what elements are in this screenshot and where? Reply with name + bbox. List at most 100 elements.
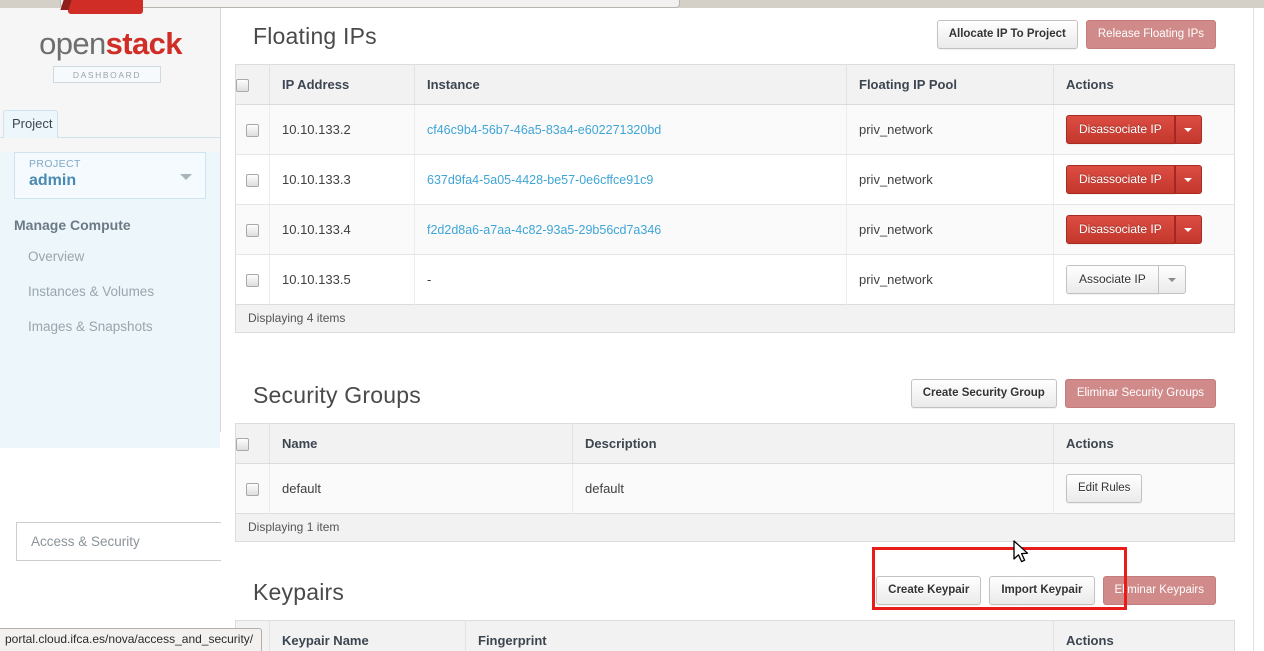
- floating-ips-header: Floating IPs Allocate IP To Project Rele…: [235, 8, 1235, 64]
- row-actions-dropdown-toggle[interactable]: [1159, 265, 1186, 294]
- browser-status-bar: portal.cloud.ifca.es/nova/access_and_sec…: [0, 628, 262, 651]
- row-select-cell: [236, 105, 270, 155]
- cell-actions: Disassociate IP: [1054, 155, 1235, 205]
- column-name: Name: [270, 424, 573, 464]
- column-actions: Actions: [1054, 621, 1235, 651]
- row-select-cell: [236, 155, 270, 205]
- sidebar-item-overview[interactable]: Overview: [0, 239, 220, 274]
- disassociate-ip-button[interactable]: Disassociate IP: [1066, 115, 1175, 144]
- cell-instance: 637d9fa4-5a05-4428-be57-0e6cffce91c9: [415, 155, 847, 205]
- row-checkbox[interactable]: [246, 483, 259, 496]
- project-selector-label: PROJECT: [29, 157, 205, 171]
- cell-instance: f2d2d8a6-a7aa-4c82-93a5-29b56cd7a346: [415, 205, 847, 255]
- column-ip-address: IP Address: [270, 65, 415, 105]
- associate-ip-button[interactable]: Associate IP: [1066, 265, 1159, 294]
- table-header-row: Name Description Actions: [236, 424, 1235, 464]
- cell-ip-address: 10.10.133.2: [270, 105, 415, 155]
- mouse-cursor-icon: [1013, 540, 1031, 566]
- project-selector[interactable]: PROJECT admin: [14, 152, 206, 199]
- disassociate-ip-split-button: Disassociate IP: [1066, 165, 1202, 194]
- row-checkbox[interactable]: [246, 124, 259, 137]
- column-keypair-name: Keypair Name: [270, 621, 466, 651]
- project-selector-value: admin: [29, 171, 205, 191]
- table-header-row: Keypair Name Fingerprint Actions: [236, 621, 1235, 651]
- delete-keypairs-button[interactable]: Eliminar Keypairs: [1103, 576, 1216, 605]
- keypairs-actions: Create Keypair Import Keypair Eliminar K…: [876, 576, 1216, 605]
- chevron-down-icon: [1184, 178, 1192, 182]
- table-row: 10.10.133.2 cf46c9b4-56b7-46a5-83a4-e602…: [236, 105, 1235, 155]
- cell-actions: Associate IP: [1054, 255, 1235, 305]
- disassociate-ip-button[interactable]: Disassociate IP: [1066, 215, 1175, 244]
- brand-logo[interactable]: openstack DASHBOARD: [0, 8, 220, 108]
- instance-link[interactable]: 637d9fa4-5a05-4428-be57-0e6cffce91c9: [427, 173, 653, 187]
- keypairs-header: Keypairs Create Keypair Import Keypair E…: [235, 564, 1235, 620]
- instance-link[interactable]: cf46c9b4-56b7-46a5-83a4-e602271320bd: [427, 123, 661, 137]
- row-checkbox[interactable]: [246, 174, 259, 187]
- floating-ips-table: IP Address Instance Floating IP Pool Act…: [235, 64, 1235, 305]
- openstack-logo-mark-icon: [68, 0, 143, 14]
- tab-project[interactable]: Project: [3, 110, 58, 138]
- row-actions-dropdown-toggle[interactable]: [1175, 215, 1202, 244]
- sidebar-nav: PROJECT admin Manage Compute Overview In…: [0, 152, 220, 448]
- table-row: default default Edit Rules: [236, 464, 1235, 514]
- create-security-group-button[interactable]: Create Security Group: [911, 379, 1057, 408]
- column-actions: Actions: [1054, 424, 1235, 464]
- brand-stack-text: stack: [106, 26, 182, 61]
- disassociate-ip-split-button: Disassociate IP: [1066, 115, 1202, 144]
- select-all-header: [236, 65, 270, 105]
- security-groups-actions: Create Security Group Eliminar Security …: [911, 379, 1216, 408]
- cell-description: default: [573, 464, 1054, 514]
- table-row: 10.10.133.3 637d9fa4-5a05-4428-be57-0e6c…: [236, 155, 1235, 205]
- row-select-cell: [236, 464, 270, 514]
- page-right-gutter: [1254, 8, 1264, 651]
- delete-security-groups-button[interactable]: Eliminar Security Groups: [1065, 379, 1216, 408]
- cell-actions: Disassociate IP: [1054, 105, 1235, 155]
- cell-instance: -: [415, 255, 847, 305]
- allocate-ip-to-project-button[interactable]: Allocate IP To Project: [937, 20, 1078, 49]
- section-spacer: [235, 542, 1235, 564]
- cell-pool: priv_network: [847, 105, 1054, 155]
- sidebar-item-access-security[interactable]: Access & Security: [16, 522, 224, 561]
- column-description: Description: [573, 424, 1054, 464]
- main-content: Floating IPs Allocate IP To Project Rele…: [221, 8, 1253, 651]
- column-fingerprint: Fingerprint: [466, 621, 1054, 651]
- floating-ips-actions: Allocate IP To Project Release Floating …: [937, 20, 1216, 49]
- row-select-cell: [236, 255, 270, 305]
- release-floating-ips-button[interactable]: Release Floating IPs: [1086, 20, 1216, 49]
- cell-ip-address: 10.10.133.4: [270, 205, 415, 255]
- select-all-checkbox[interactable]: [236, 438, 249, 451]
- browser-tab[interactable]: [60, 0, 680, 8]
- security-groups-table-footer: Displaying 1 item: [235, 514, 1235, 542]
- row-checkbox[interactable]: [246, 224, 259, 237]
- row-actions-dropdown-toggle[interactable]: [1175, 165, 1202, 194]
- security-groups-table: Name Description Actions default default…: [235, 423, 1235, 514]
- row-actions-dropdown-toggle[interactable]: [1175, 115, 1202, 144]
- sidebar-section-heading: Manage Compute: [0, 199, 220, 239]
- disassociate-ip-split-button: Disassociate IP: [1066, 215, 1202, 244]
- create-keypair-button[interactable]: Create Keypair: [876, 576, 981, 605]
- cell-instance: cf46c9b4-56b7-46a5-83a4-e602271320bd: [415, 105, 847, 155]
- cell-ip-address: 10.10.133.5: [270, 255, 415, 305]
- screenshot-viewport: openstack DASHBOARD Project PROJECT admi…: [0, 0, 1264, 651]
- edit-rules-button[interactable]: Edit Rules: [1066, 474, 1142, 503]
- floating-ips-table-footer: Displaying 4 items: [235, 305, 1235, 333]
- sidebar-item-images-snapshots[interactable]: Images & Snapshots: [0, 309, 220, 344]
- cell-actions: Disassociate IP: [1054, 205, 1235, 255]
- section-spacer: [235, 333, 1235, 367]
- select-all-checkbox[interactable]: [236, 79, 249, 92]
- row-checkbox[interactable]: [246, 274, 259, 287]
- instance-link[interactable]: f2d2d8a6-a7aa-4c82-93a5-29b56cd7a346: [427, 223, 661, 237]
- associate-ip-split-button: Associate IP: [1066, 265, 1186, 294]
- sidebar-item-instances-volumes[interactable]: Instances & Volumes: [0, 274, 220, 309]
- keypairs-table: Keypair Name Fingerprint Actions: [235, 620, 1235, 651]
- cell-pool: priv_network: [847, 255, 1054, 305]
- column-instance: Instance: [415, 65, 847, 105]
- cell-name: default: [270, 464, 573, 514]
- cell-ip-address: 10.10.133.3: [270, 155, 415, 205]
- column-floating-ip-pool: Floating IP Pool: [847, 65, 1054, 105]
- import-keypair-button[interactable]: Import Keypair: [989, 576, 1094, 605]
- disassociate-ip-button[interactable]: Disassociate IP: [1066, 165, 1175, 194]
- security-groups-header: Security Groups Create Security Group El…: [235, 367, 1235, 423]
- chevron-down-icon: [1184, 228, 1192, 232]
- browser-chrome-right: [1246, 0, 1264, 8]
